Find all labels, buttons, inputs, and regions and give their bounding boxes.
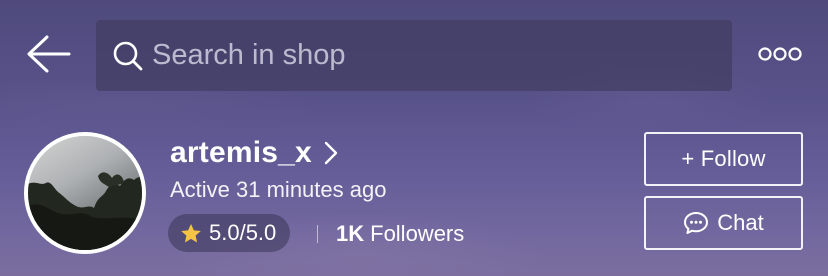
chat-button[interactable]: Chat	[644, 196, 803, 250]
rating-value: 5.0/5.0	[209, 220, 277, 245]
more-options-button[interactable]	[756, 42, 804, 70]
follow-label: + Follow	[681, 146, 766, 171]
arrow-left-icon	[25, 34, 71, 79]
chat-bubble-icon	[683, 211, 709, 235]
chevron-right-icon	[324, 141, 338, 165]
shop-name-link[interactable]: artemis_x	[170, 134, 338, 172]
shop-name: artemis_x	[170, 136, 312, 169]
follow-button[interactable]: + Follow	[644, 132, 803, 186]
shop-header: artemis_x Active 31 minutes ago 5.0/5.0 …	[0, 0, 828, 276]
search-bar[interactable]	[96, 20, 732, 91]
back-button[interactable]	[22, 33, 74, 79]
followers-label: Followers	[370, 221, 465, 246]
followers-stat: 1K Followers	[336, 219, 464, 249]
shop-avatar[interactable]	[24, 132, 146, 254]
chat-label: Chat	[717, 210, 764, 235]
active-status: Active 31 minutes ago	[170, 177, 387, 202]
search-icon	[112, 40, 144, 72]
shop-avatar-image	[28, 136, 142, 250]
divider	[317, 225, 318, 243]
rating-badge: 5.0/5.0	[168, 214, 291, 252]
star-icon	[180, 223, 202, 244]
followers-count: 1K	[336, 221, 365, 246]
more-horizontal-icon	[757, 46, 803, 67]
search-input[interactable]	[152, 20, 732, 91]
